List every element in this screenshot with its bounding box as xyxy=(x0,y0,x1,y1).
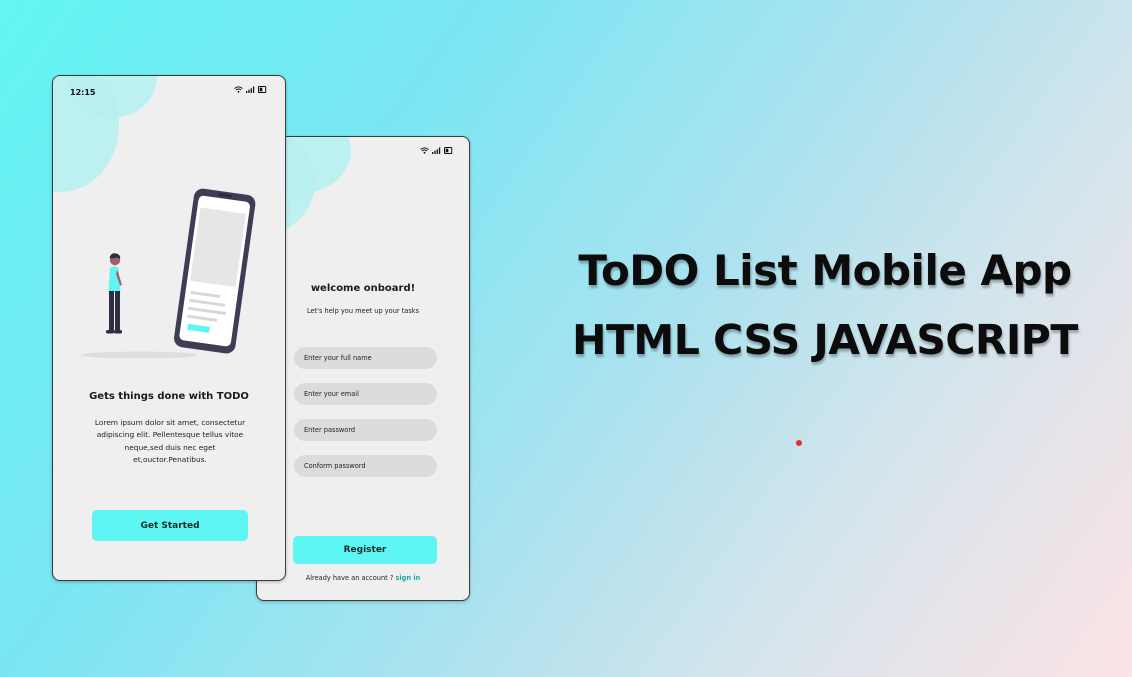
onboarding-screen: 12:15 Gets things done with TODO Lorem i… xyxy=(52,75,286,581)
password-input[interactable]: Enter password xyxy=(294,419,437,441)
email-input[interactable]: Enter your email xyxy=(294,383,437,405)
headline-line-2: HTML CSS JAVASCRIPT xyxy=(572,316,1078,364)
wifi-icon xyxy=(234,86,243,93)
status-icons xyxy=(234,86,267,93)
register-screen: 5 welcome onboard! Let's help you meet u… xyxy=(256,136,470,601)
sign-in-prompt-text: Already have an account ? xyxy=(305,574,394,582)
battery-icon xyxy=(444,147,453,154)
onboarding-description: Lorem ipsum dolor sit amet, consectetur … xyxy=(94,418,246,464)
register-button[interactable]: Register xyxy=(293,536,437,564)
confirm-password-input[interactable]: Conform password xyxy=(294,455,437,477)
person-with-phone-illustration xyxy=(81,188,256,359)
headline-line-1: ToDO List Mobile App xyxy=(578,246,1072,295)
onboarding-title: Gets things done with TODO xyxy=(89,391,249,402)
sign-in-link[interactable]: sign in xyxy=(395,574,420,582)
full-name-input[interactable]: Enter your full name xyxy=(294,347,437,369)
get-started-button[interactable]: Get Started xyxy=(92,510,248,541)
register-title: welcome onboard! xyxy=(310,283,416,294)
red-dot xyxy=(796,440,802,446)
wifi-icon xyxy=(420,147,429,154)
signal-icon xyxy=(246,86,255,93)
status-time: 12:15 xyxy=(70,88,96,97)
sign-in-prompt: Already have an account ? sign in xyxy=(257,574,469,582)
status-icons xyxy=(420,147,453,154)
signal-icon xyxy=(432,147,441,154)
register-subtitle: Let's help you meet up your tasks xyxy=(306,307,420,315)
battery-icon xyxy=(258,86,267,93)
